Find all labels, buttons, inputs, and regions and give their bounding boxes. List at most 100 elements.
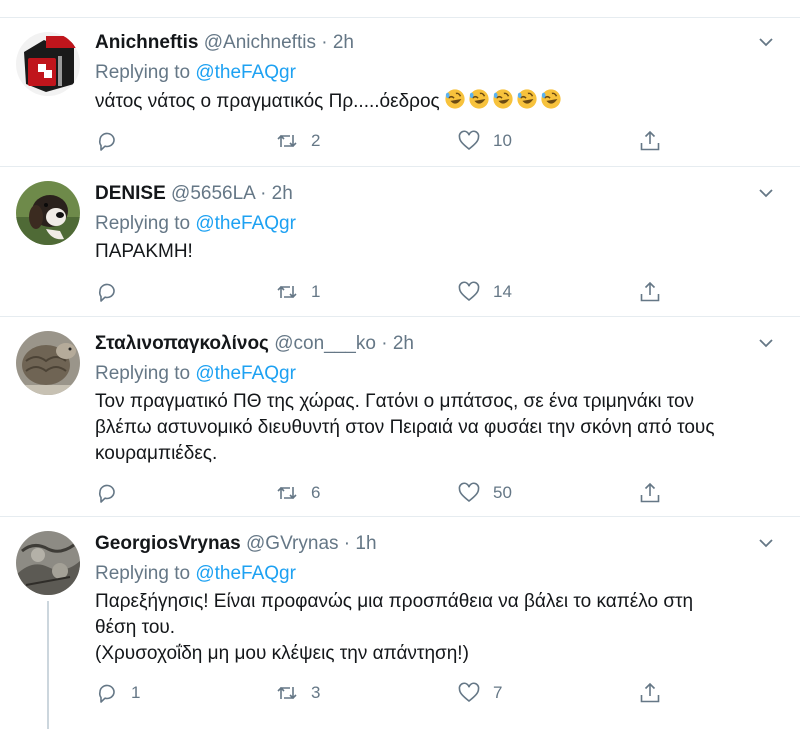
retweet-count: 2 bbox=[311, 131, 321, 150]
share-button[interactable] bbox=[638, 279, 662, 305]
tweet-actions: 6 50 bbox=[95, 480, 675, 506]
display-name[interactable]: Anichneftis bbox=[95, 32, 198, 53]
timestamp[interactable]: 2h bbox=[272, 183, 293, 204]
tweet-anichneftis[interactable]: Anichneftis @Anichneftis · 2h Replying t… bbox=[0, 30, 800, 167]
avatar[interactable] bbox=[16, 181, 80, 245]
share-icon bbox=[640, 682, 660, 703]
replying-label: Replying to bbox=[95, 363, 191, 384]
retweet-icon bbox=[277, 486, 297, 500]
timestamp[interactable]: 1h bbox=[355, 533, 376, 554]
tweet-text-line: Τον πραγματικό ΠΘ της χώρας. Γατόνι ο μπ… bbox=[95, 391, 695, 412]
tweet-content: Σταλινοπαγκολίνος @con___ko · 2h Replyin… bbox=[95, 331, 770, 467]
tweet-text: ΠΑΡΑΚΜΗ! bbox=[95, 239, 770, 265]
tweet-text: νάτος νάτος ο πραγματικός Πρ.....όεδρος bbox=[95, 88, 770, 118]
tweet-text-line: κουραμπιέδες. bbox=[95, 443, 218, 464]
timestamp[interactable]: 2h bbox=[333, 32, 354, 53]
avatar[interactable] bbox=[16, 32, 80, 96]
user-handle[interactable]: @5656LA bbox=[171, 183, 255, 204]
replying-label: Replying to bbox=[95, 563, 191, 584]
tweet-text-line: βλέπω αστυνομικό διευθυντή στον Πειραιά … bbox=[95, 417, 715, 438]
reply-button[interactable]: 1 bbox=[95, 680, 140, 706]
replying-label: Replying to bbox=[95, 213, 191, 234]
rolling-laughing-emoji-icon bbox=[516, 88, 538, 110]
reply-count: 1 bbox=[131, 683, 141, 702]
mention-link[interactable]: @theFAQgr bbox=[195, 62, 296, 83]
tweet-divider bbox=[0, 516, 800, 517]
heart-icon bbox=[458, 130, 480, 151]
retweet-count: 3 bbox=[311, 683, 321, 702]
tweet-actions: 1 3 7 bbox=[95, 680, 675, 706]
like-button[interactable]: 50 bbox=[457, 480, 512, 506]
tweet-denise[interactable]: DENISE @5656LA · 2h Replying to @theFAQg… bbox=[0, 181, 800, 317]
like-count: 7 bbox=[493, 683, 503, 702]
avatar[interactable] bbox=[16, 331, 80, 395]
tweet-stalinopagkolinos[interactable]: Σταλινοπαγκολίνος @con___ko · 2h Replyin… bbox=[0, 331, 800, 517]
like-button[interactable]: 10 bbox=[457, 128, 512, 154]
replying-to: Replying to @theFAQgr bbox=[95, 361, 770, 387]
emoji-group bbox=[444, 88, 564, 118]
chevron-down-icon[interactable] bbox=[758, 185, 774, 201]
separator-dot: · bbox=[260, 183, 267, 204]
replying-to: Replying to @theFAQgr bbox=[95, 211, 770, 237]
retweet-count: 6 bbox=[311, 483, 321, 502]
user-handle[interactable]: @GVrynas bbox=[246, 533, 339, 554]
share-button[interactable] bbox=[638, 480, 662, 506]
tweet-text-line: Παρεξήγησις! Είναι προφανώς μια προσπάθε… bbox=[95, 591, 694, 612]
reply-icon bbox=[98, 132, 115, 151]
tweet-georgiosvrynas[interactable]: GeorgiosVrynas @GVrynas · 1h Replying to… bbox=[0, 531, 800, 729]
reply-icon bbox=[98, 484, 115, 503]
user-handle[interactable]: @Anichneftis bbox=[204, 32, 316, 53]
separator-dot: · bbox=[381, 333, 388, 354]
share-button[interactable] bbox=[638, 128, 662, 154]
tweet-text: Τον πραγματικό ΠΘ της χώρας. Γατόνι ο μπ… bbox=[95, 389, 770, 467]
rolling-laughing-emoji-icon bbox=[492, 88, 514, 110]
retweet-button[interactable]: 3 bbox=[275, 680, 320, 706]
separator-dot: · bbox=[321, 32, 328, 53]
reply-button[interactable] bbox=[95, 279, 131, 305]
display-name[interactable]: GeorgiosVrynas bbox=[95, 533, 241, 554]
reply-button[interactable] bbox=[95, 128, 131, 154]
heart-icon bbox=[458, 482, 480, 503]
rolling-laughing-emoji-icon bbox=[540, 88, 562, 110]
reply-icon bbox=[98, 684, 115, 703]
mention-link[interactable]: @theFAQgr bbox=[195, 563, 296, 584]
retweet-button[interactable]: 2 bbox=[275, 128, 320, 154]
reply-button[interactable] bbox=[95, 480, 131, 506]
tweet-content: DENISE @5656LA · 2h Replying to @theFAQg… bbox=[95, 181, 770, 265]
chevron-down-icon[interactable] bbox=[758, 34, 774, 50]
like-button[interactable]: 7 bbox=[457, 680, 502, 706]
display-name[interactable]: DENISE bbox=[95, 183, 166, 204]
like-button[interactable]: 14 bbox=[457, 279, 512, 305]
heart-icon bbox=[458, 682, 480, 703]
share-button[interactable] bbox=[638, 680, 662, 706]
reply-icon bbox=[98, 283, 115, 302]
timestamp[interactable]: 2h bbox=[393, 333, 414, 354]
replying-label: Replying to bbox=[95, 62, 191, 83]
user-handle[interactable]: @con___ko bbox=[274, 333, 376, 354]
retweet-button[interactable]: 6 bbox=[275, 480, 320, 506]
rolling-laughing-emoji-icon bbox=[468, 88, 490, 110]
avatar[interactable] bbox=[16, 531, 80, 595]
like-count: 50 bbox=[493, 483, 512, 502]
like-count: 14 bbox=[493, 282, 512, 301]
top-divider bbox=[0, 17, 800, 18]
thread-line bbox=[47, 601, 49, 729]
replying-to: Replying to @theFAQgr bbox=[95, 561, 770, 587]
tweet-text-line: (Χρυσοχοΐδη μη μου κλέψεις την απάντηση!… bbox=[95, 643, 469, 664]
tweet-header: Σταλινοπαγκολίνος @con___ko · 2h bbox=[95, 331, 770, 357]
heart-icon bbox=[458, 281, 480, 302]
retweet-icon bbox=[277, 686, 297, 700]
chevron-down-icon[interactable] bbox=[758, 535, 774, 551]
tweet-header: GeorgiosVrynas @GVrynas · 1h bbox=[95, 531, 770, 557]
like-count: 10 bbox=[493, 131, 512, 150]
chevron-down-icon[interactable] bbox=[758, 335, 774, 351]
mention-link[interactable]: @theFAQgr bbox=[195, 363, 296, 384]
share-icon bbox=[640, 281, 660, 302]
tweet-actions: 1 14 bbox=[95, 279, 675, 305]
retweet-count: 1 bbox=[311, 282, 321, 301]
display-name[interactable]: Σταλινοπαγκολίνος bbox=[95, 333, 269, 354]
tweet-actions: 2 10 bbox=[95, 128, 675, 154]
retweet-button[interactable]: 1 bbox=[275, 279, 320, 305]
tweet-header: Anichneftis @Anichneftis · 2h bbox=[95, 30, 770, 56]
mention-link[interactable]: @theFAQgr bbox=[195, 213, 296, 234]
